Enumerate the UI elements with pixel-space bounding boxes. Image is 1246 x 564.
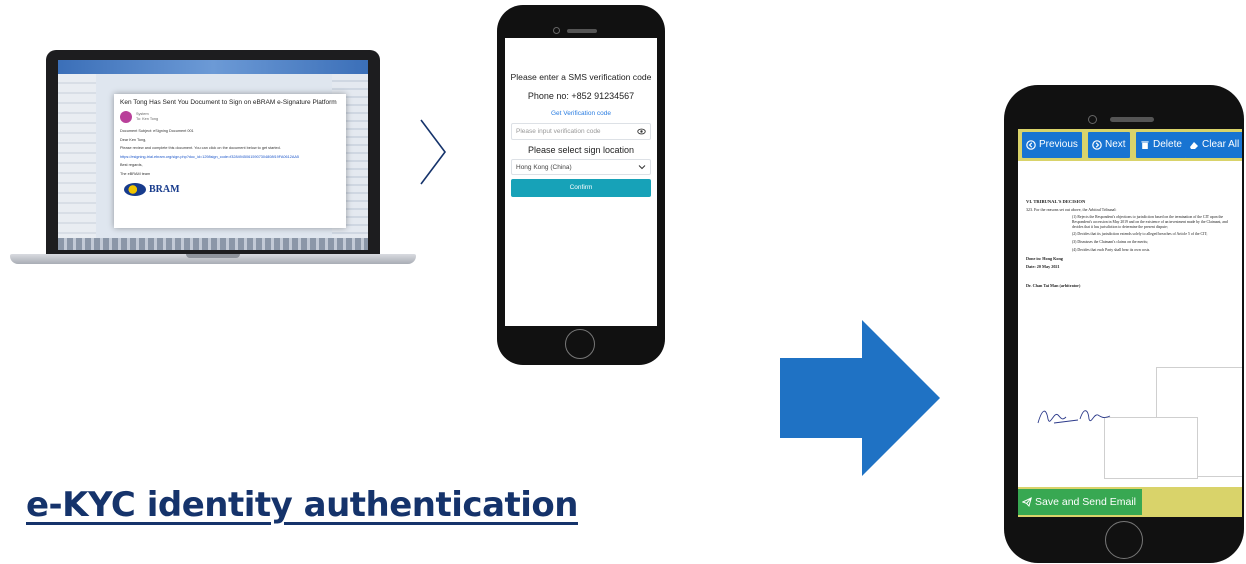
email-message: Ken Tong Has Sent You Document to Sign o… [114,94,346,228]
laptop-lid: Ken Tong Has Sent You Document to Sign o… [46,50,380,256]
workflow-illustration: Ken Tong Has Sent You Document to Sign o… [0,0,1246,564]
save-and-send-email-button[interactable]: Save and Send Email [1018,489,1142,515]
laptop-screen: Ken Tong Has Sent You Document to Sign o… [58,60,368,250]
taskbar [58,238,368,250]
next-button[interactable]: Next [1088,132,1130,158]
arrow-circle-right-icon [1092,140,1102,150]
sign-location-title: Please select sign location [527,145,635,155]
document-item: (2) Decides that its jurisdiction extend… [1072,232,1208,237]
laptop-notch [186,254,240,258]
clear-all-label: Clear All [1202,139,1240,150]
delete-label: Delete [1153,139,1182,150]
trash-icon [1141,141,1149,149]
document-signing-screen: Previous Next Delete Clear All VI. TRIBU… [1018,129,1242,517]
arrow-right-icon [780,320,940,476]
document-item: (1) Rejects the Respondent's objections … [1072,215,1228,229]
arrow-circle-left-icon [1026,140,1036,150]
sign-location-value: Hong Kong (China) [516,164,572,171]
email-folder-list [58,74,96,250]
verification-code-placeholder: Please input verification code [516,128,601,135]
sms-title: Please enter a SMS verification code [510,72,652,82]
sms-verification-screen: Please enter a SMS verification code Pho… [505,38,657,326]
document-intro: 323. For the reasons set out above, the … [1026,207,1117,212]
signing-toolbar: Previous Next Delete Clear All [1018,129,1242,161]
document-date: Date: 20 May 2021 [1026,263,1060,269]
ebram-logo: BRAM [124,183,340,196]
email-sender-row: System To: Ken Tong [120,111,340,123]
document-place: Done in: Hong Kong [1026,255,1063,261]
paper-plane-icon [1022,497,1032,507]
verification-code-input[interactable]: Please input verification code [511,123,651,140]
camera-icon [1088,115,1097,124]
email-subject: Ken Tong Has Sent You Document to Sign o… [120,99,337,106]
email-greeting: Dear Ken Tong, [120,137,147,142]
email-sender-details: System To: Ken Tong [136,112,158,122]
email-recipient: To: Ken Tong [136,117,159,121]
ebram-logo-text: BRAM [149,184,180,195]
handwritten-signature [1037,410,1111,424]
speaker-grille [1110,117,1154,122]
home-button [1105,521,1143,559]
previous-label: Previous [1039,139,1078,150]
phone-number: Phone no: +852 91234567 [527,91,635,101]
page-title: e-KYC identity authentication [26,485,578,525]
eye-icon[interactable] [637,127,646,136]
document-arbitrator: Dr. Chan Tai Man (arbitrator) [1026,282,1081,288]
signature-field[interactable] [1104,417,1198,479]
eraser-icon [1190,142,1198,149]
speaker-grille [567,29,597,33]
email-sign-link[interactable]: https://esigning-trial.ebram.org/sign.ph… [120,155,340,161]
home-button [565,329,595,359]
get-verification-code-link[interactable]: Get Verification code [505,110,657,117]
next-label: Next [1105,139,1126,150]
document-item: (3) Dismisses the Claimant's claims on t… [1072,240,1149,245]
confirm-button[interactable]: Confirm [511,179,651,197]
document-item: (4) Decides that each Party shall bear i… [1072,247,1151,252]
ebram-logo-icon [124,183,146,196]
email-regards: Best regards, [120,163,143,167]
email-team: The eBRAM team [120,171,151,176]
email-client-toolbar [58,60,368,74]
chevron-right-icon [420,119,446,185]
sign-location-select[interactable]: Hong Kong (China) [511,159,651,175]
save-and-send-email-label: Save and Send Email [1035,496,1136,508]
previous-button[interactable]: Previous [1022,132,1082,158]
camera-icon [553,27,560,34]
email-doc-subject: Document Subject: eSigning Document 001 [120,129,194,133]
phone-sms-mockup: Please enter a SMS verification code Pho… [497,5,665,365]
document-page: VI. TRIBUNAL'S DECISION 323. For the rea… [1026,199,1238,291]
chevron-down-icon [638,165,646,170]
clear-all-button[interactable]: Clear All [1185,132,1242,158]
email-body: Please review and complete this document… [120,146,281,150]
document-section-heading: VI. TRIBUNAL'S DECISION [1026,199,1086,204]
avatar [120,111,132,123]
phone-signing-mockup: Previous Next Delete Clear All VI. TRIBU… [1004,85,1244,563]
laptop-mockup: Ken Tong Has Sent You Document to Sign o… [10,50,416,272]
signing-footer: Save and Send Email [1018,487,1242,517]
delete-button[interactable]: Delete [1136,132,1186,158]
